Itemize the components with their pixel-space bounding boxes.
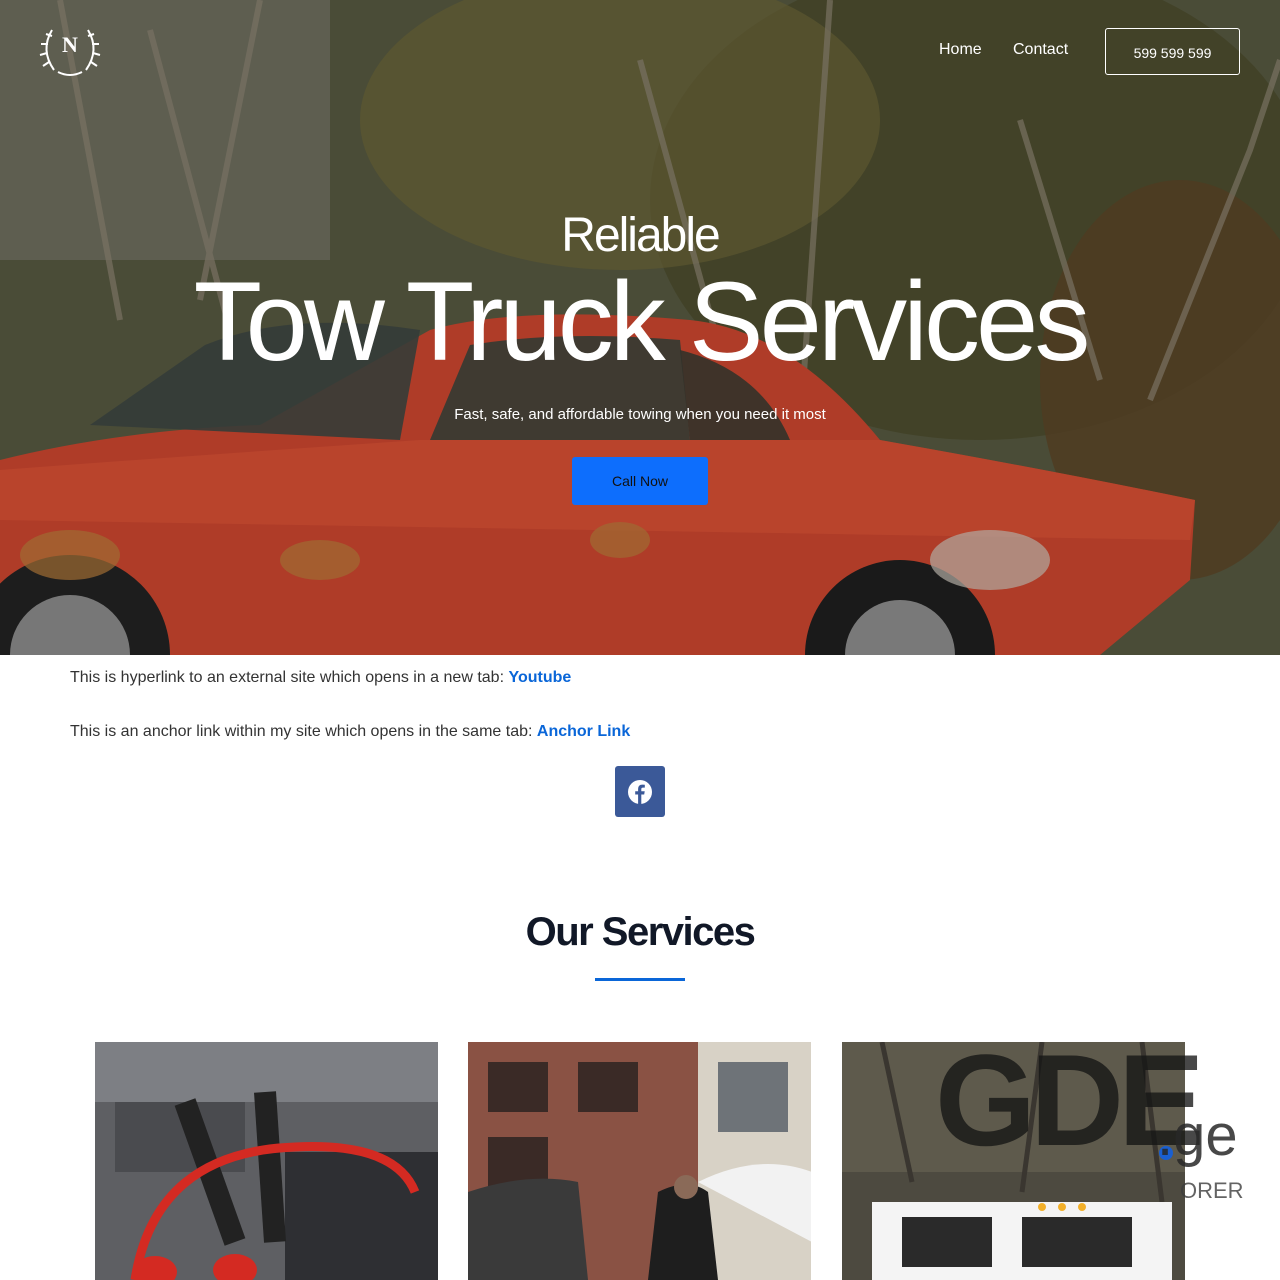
hero-tagline: Fast, safe, and affordable towing when y… [454, 406, 826, 423]
facebook-icon [628, 779, 652, 804]
police-officer-car-photo [468, 1042, 811, 1280]
nav-home-link[interactable]: Home [939, 41, 982, 59]
anchor-link[interactable]: Anchor Link [537, 723, 630, 740]
watermark-suffix: .ge [1157, 1103, 1238, 1168]
service-card-2[interactable] [468, 1042, 811, 1280]
facebook-button[interactable] [615, 766, 665, 817]
youtube-link[interactable]: Youtube [508, 669, 571, 686]
nav-contact-link[interactable]: Contact [1013, 41, 1068, 59]
jumper-cables-photo [95, 1042, 438, 1280]
anchor-link-text: This is an anchor link within my site wh… [70, 723, 537, 740]
anchor-link-line: This is an anchor link within my site wh… [70, 723, 630, 741]
watermark-tagline: ORER [1180, 1178, 1244, 1203]
hero-section: N Home Contact 599 599 599 Reliable Tow … [0, 0, 1280, 655]
call-now-button[interactable]: Call Now [572, 457, 708, 505]
service-card-1[interactable] [95, 1042, 438, 1280]
external-link-text: This is hyperlink to an external site wh… [70, 669, 509, 686]
hero-title: Tow Truck Services [193, 259, 1091, 384]
logo-letter: N [62, 32, 78, 57]
external-link-line: This is hyperlink to an external site wh… [70, 669, 571, 687]
phone-button[interactable]: 599 599 599 [1105, 28, 1240, 75]
services-title: Our Services [525, 910, 756, 954]
watermark-overlay: GDE .ge ORER [935, 1027, 1245, 1210]
hero-kicker: Reliable [561, 209, 720, 262]
logo[interactable]: N [38, 22, 102, 78]
services-divider [595, 978, 685, 981]
